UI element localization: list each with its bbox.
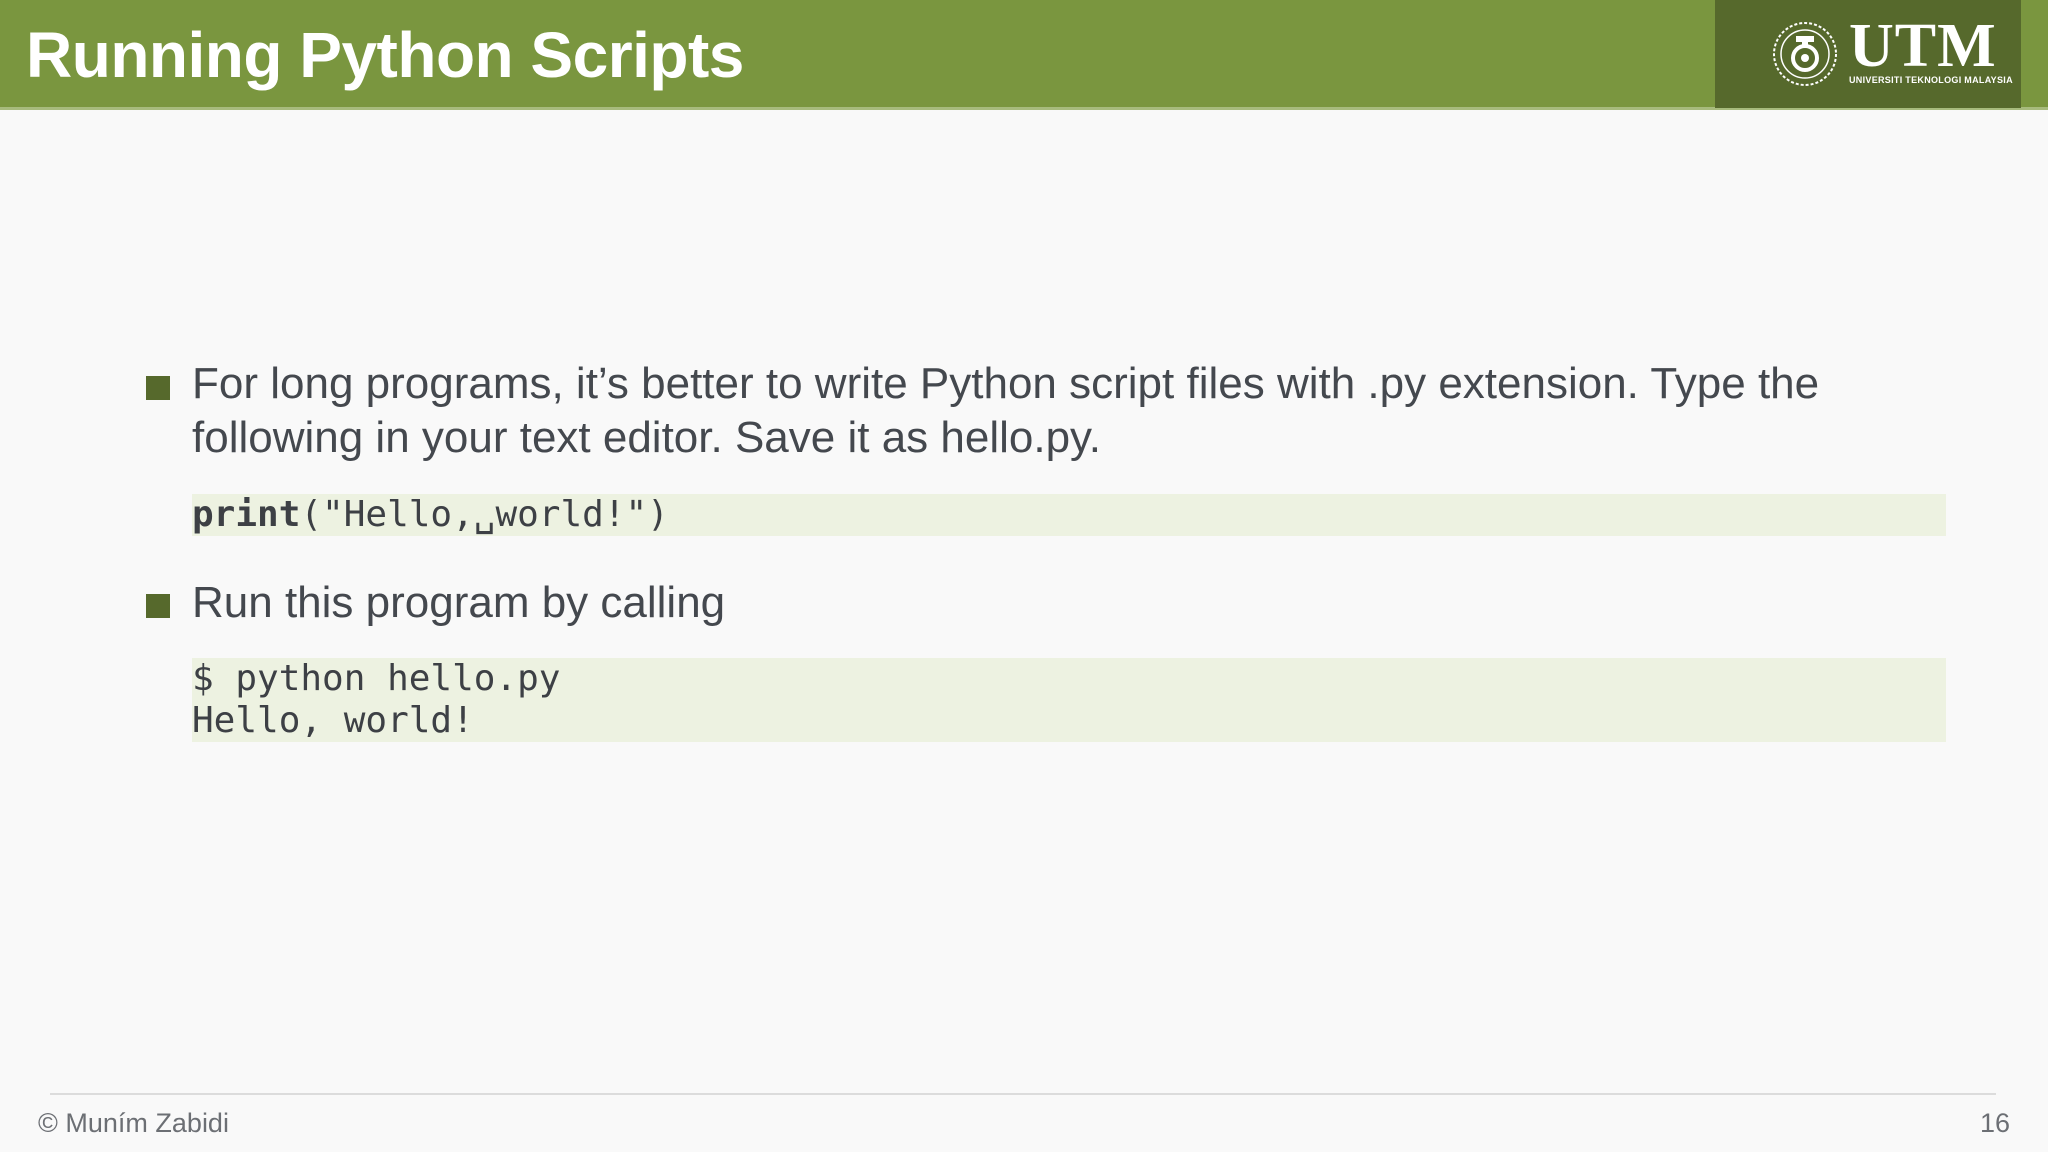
bullet-text-2: Run this program by calling — [192, 578, 726, 627]
slide-title: Running Python Scripts — [26, 19, 744, 91]
footer-divider — [50, 1093, 1996, 1095]
terminal-output: Hello, world! — [192, 700, 474, 741]
terminal-command: $ python hello.py — [192, 658, 561, 699]
page-number: 16 — [1979, 1108, 2010, 1138]
bullet-text-1: For long programs, it’s better to write … — [192, 359, 1820, 462]
slide-header: Running Python Scripts UTM UNIVERSITI TE… — [0, 0, 2048, 110]
utm-seal-icon — [1773, 22, 1837, 86]
bullet-marker-2 — [146, 594, 170, 618]
utm-logo-subtitle: UNIVERSITI TEKNOLOGI MALAYSIA — [1849, 75, 2013, 85]
utm-logo-text: UTM — [1849, 12, 1997, 80]
code-args: ("Hello,␣world!") — [300, 494, 669, 535]
utm-logo: UTM UNIVERSITI TEKNOLOGI MALAYSIA — [1715, 0, 2021, 108]
code-block-terminal: $ python hello.py Hello, world! — [192, 658, 1946, 742]
footer-author: © Muním Zabidi — [38, 1108, 229, 1138]
code-block-print: print("Hello,␣world!") — [192, 494, 1946, 536]
code-keyword: print — [192, 494, 301, 535]
bullet-marker-1 — [146, 376, 170, 400]
